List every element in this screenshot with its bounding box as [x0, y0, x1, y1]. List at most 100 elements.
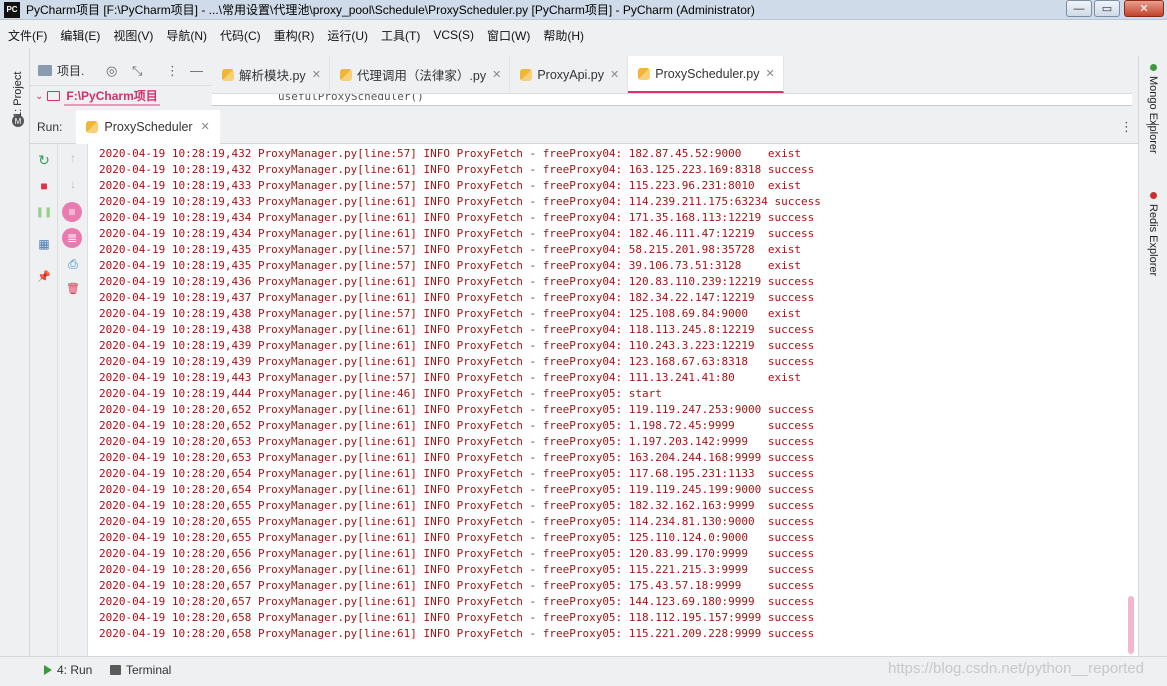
run-tool-tab[interactable]: 4: Run	[44, 663, 92, 677]
pin-icon[interactable]: 📌	[36, 268, 52, 284]
maximize-button[interactable]: ▭	[1094, 0, 1120, 17]
terminal-icon	[110, 665, 121, 675]
run-tab-proxyscheduler[interactable]: ProxyScheduler ✕	[76, 109, 220, 144]
chevron-down-icon[interactable]: ⌄	[35, 91, 43, 102]
layout-icon[interactable]: ▦	[36, 236, 52, 252]
bottom-tool-bar: 4: Run Terminal https://blog.csdn.net/py…	[0, 656, 1167, 686]
hide-panel-icon[interactable]: —	[190, 63, 203, 78]
title-bar: PC PyCharm项目 [F:\PyCharm项目] - ...\常用设置\代…	[0, 0, 1167, 20]
console-line: 2020-04-19 10:28:19,444 ProxyManager.py[…	[99, 387, 662, 400]
mongo-explorer-label: Mongo Explorer	[1147, 76, 1159, 154]
close-button[interactable]: ✕	[1124, 0, 1164, 17]
editor-tab-parse-module[interactable]: 解析模块.py ✕	[212, 56, 330, 93]
pause-icon[interactable]: ❚❚	[36, 204, 53, 220]
tab-label: ProxyApi.py	[537, 67, 605, 82]
close-icon[interactable]: ✕	[492, 68, 501, 81]
menu-view[interactable]: 视图(V)	[113, 27, 153, 44]
more-options-icon[interactable]: ⋮	[1120, 119, 1133, 135]
mongo-icon	[1149, 64, 1157, 71]
console-line: 2020-04-19 10:28:19,433 ProxyManager.py[…	[99, 179, 801, 192]
redis-explorer-tab[interactable]: Redis Explorer	[1143, 192, 1163, 342]
console-line: 2020-04-19 10:28:20,658 ProxyManager.py[…	[99, 611, 815, 624]
console-line: 2020-04-19 10:28:19,443 ProxyManager.py[…	[99, 371, 801, 384]
project-tree-root[interactable]: ⌄ F:\PyCharm项目	[30, 86, 212, 106]
project-panel-header: 项目. ◎ ⤡ ⋮ —	[30, 56, 212, 86]
folder-icon	[38, 65, 52, 76]
menu-bar: 文件(F) 编辑(E) 视图(V) 导航(N) 代码(C) 重构(R) 运行(U…	[0, 22, 1167, 48]
m-icon[interactable]: M	[12, 115, 24, 127]
console-line: 2020-04-19 10:28:20,654 ProxyManager.py[…	[99, 483, 815, 496]
window-title: PyCharm项目 [F:\PyCharm项目] - ...\常用设置\代理池\…	[26, 3, 755, 17]
menu-file[interactable]: 文件(F)	[8, 27, 47, 44]
code-line: usefulProxyScheduler()	[278, 94, 424, 103]
editor-tab-proxyapi[interactable]: ProxyApi.py ✕	[510, 56, 629, 93]
console-line: 2020-04-19 10:28:20,653 ProxyManager.py[…	[99, 435, 815, 448]
run-toolbar-secondary: ↑ ↓ ≡ ≣ ⎙ 🗑	[58, 144, 88, 656]
python-file-icon	[222, 68, 234, 81]
console-line: 2020-04-19 10:28:20,655 ProxyManager.py[…	[99, 531, 815, 544]
project-view-selector[interactable]: 项目.	[57, 62, 84, 79]
pycharm-logo-icon: PC	[4, 1, 20, 18]
arrow-up-icon[interactable]: ↑	[65, 150, 81, 166]
locate-icon[interactable]: ◎	[106, 63, 117, 79]
close-icon[interactable]: ✕	[201, 120, 210, 133]
run-tool-label: 4: Run	[57, 663, 93, 677]
right-tool-strip: Mongo Explorer Redis Explorer	[1138, 56, 1167, 656]
python-file-icon	[339, 68, 352, 81]
terminal-tool-label: Terminal	[126, 663, 172, 677]
console-line: 2020-04-19 10:28:20,653 ProxyManager.py[…	[99, 451, 815, 464]
arrow-down-icon[interactable]: ↓	[65, 176, 81, 192]
close-icon[interactable]: ✕	[312, 68, 321, 81]
console-line: 2020-04-19 10:28:20,658 ProxyManager.py[…	[99, 627, 815, 640]
menu-vcs[interactable]: VCS(S)	[433, 28, 474, 42]
console-line: 2020-04-19 10:28:20,655 ProxyManager.py[…	[99, 499, 815, 512]
scroll-to-end-icon[interactable]: ≣	[62, 228, 82, 248]
menu-run[interactable]: 运行(U)	[327, 27, 368, 44]
run-console-output[interactable]: 2020-04-19 10:28:19,432 ProxyManager.py[…	[88, 144, 1138, 656]
console-line: 2020-04-19 10:28:19,436 ProxyManager.py[…	[99, 275, 815, 288]
console-line: 2020-04-19 10:28:19,434 ProxyManager.py[…	[99, 211, 815, 224]
editor-tab-proxy-call[interactable]: 代理调用（法律家）.py ✕	[330, 56, 511, 93]
python-file-icon	[638, 67, 651, 80]
print-icon[interactable]: ⎙	[65, 256, 81, 272]
console-line: 2020-04-19 10:28:19,432 ProxyManager.py[…	[99, 147, 801, 160]
minimize-panel-icon[interactable]: —	[1146, 116, 1159, 131]
project-root-label: F:\PyCharm项目	[64, 87, 160, 106]
close-icon[interactable]: ✕	[765, 67, 774, 80]
console-line: 2020-04-19 10:28:20,657 ProxyManager.py[…	[99, 595, 815, 608]
soft-wrap-icon[interactable]: ≡	[62, 202, 82, 222]
console-line: 2020-04-19 10:28:20,657 ProxyManager.py[…	[99, 579, 815, 592]
menu-refactor[interactable]: 重构(R)	[274, 27, 315, 44]
console-line: 2020-04-19 10:28:19,432 ProxyManager.py[…	[99, 163, 815, 176]
console-line: 2020-04-19 10:28:20,652 ProxyManager.py[…	[99, 419, 815, 432]
minimize-button[interactable]: —	[1066, 0, 1092, 17]
rerun-icon[interactable]: ↻	[36, 152, 52, 168]
left-tool-strip	[0, 48, 30, 656]
terminal-tool-tab[interactable]: Terminal	[110, 663, 171, 677]
run-tab-label: ProxyScheduler	[104, 119, 193, 134]
tab-label: ProxyScheduler.py	[655, 66, 760, 81]
editor-code-area[interactable]: usefulProxyScheduler()	[212, 94, 1132, 106]
menu-help[interactable]: 帮助(H)	[543, 27, 584, 44]
console-scrollbar[interactable]	[1128, 596, 1134, 654]
menu-edit[interactable]: 编辑(E)	[60, 27, 100, 44]
collapse-icon[interactable]: ⤡	[132, 63, 142, 79]
tab-label: 代理调用（法律家）.py	[356, 69, 487, 83]
console-lines: 2020-04-19 10:28:19,432 ProxyManager.py[…	[99, 146, 821, 642]
run-panel-header: Run: ProxyScheduler ✕ ⋮ —	[30, 109, 1159, 144]
more-options-icon[interactable]: ⋮	[166, 63, 179, 79]
menu-tools[interactable]: 工具(T)	[381, 27, 420, 44]
watermark: https://blog.csdn.net/python__reported	[888, 660, 1145, 677]
editor-tab-proxyscheduler[interactable]: ProxyScheduler.py ✕	[628, 56, 784, 93]
menu-navigate[interactable]: 导航(N)	[166, 27, 207, 44]
clear-all-icon[interactable]: 🗑	[65, 280, 81, 296]
close-icon[interactable]: ✕	[610, 68, 619, 81]
menu-code[interactable]: 代码(C)	[220, 27, 261, 44]
redis-icon	[1149, 192, 1157, 199]
console-line: 2020-04-19 10:28:20,655 ProxyManager.py[…	[99, 515, 815, 528]
python-file-icon	[520, 68, 533, 81]
console-line: 2020-04-19 10:28:19,439 ProxyManager.py[…	[99, 355, 815, 368]
stop-icon[interactable]: ■	[36, 178, 52, 194]
console-line: 2020-04-19 10:28:19,437 ProxyManager.py[…	[99, 291, 815, 304]
menu-window[interactable]: 窗口(W)	[487, 27, 530, 44]
